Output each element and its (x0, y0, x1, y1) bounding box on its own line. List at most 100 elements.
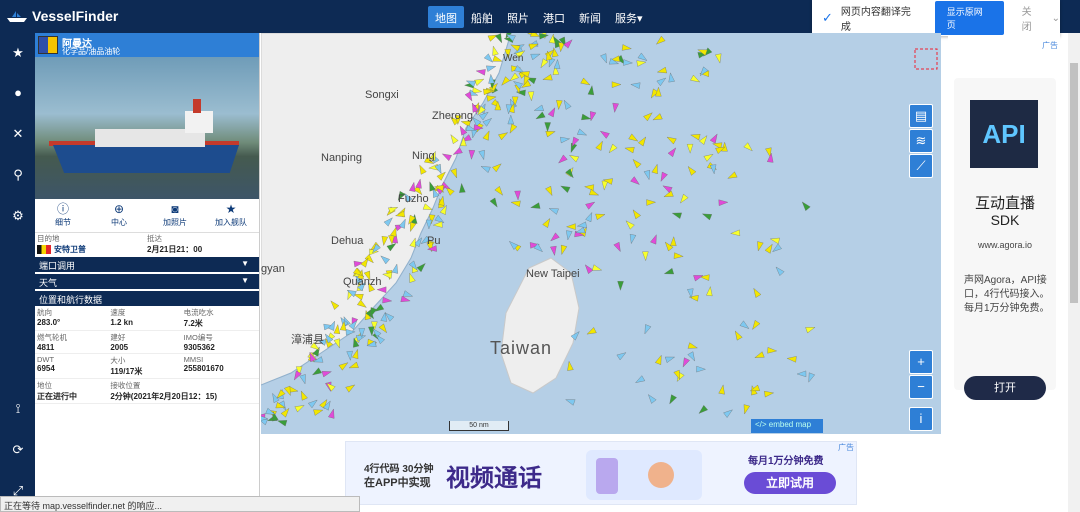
port-calls-section[interactable]: 端口调用 ▼ (35, 257, 259, 272)
vessel-marker[interactable] (699, 274, 710, 281)
vessel-marker[interactable] (559, 183, 571, 193)
vessel-marker[interactable] (432, 221, 443, 229)
nav-ports[interactable]: 港口 (536, 6, 572, 28)
vessel-marker[interactable] (611, 81, 622, 88)
route-icon[interactable]: ⚲ (10, 167, 26, 183)
vessel-marker[interactable] (703, 152, 715, 162)
nav-photos[interactable]: 照片 (500, 6, 536, 28)
vessel-marker[interactable] (510, 199, 521, 207)
vessel-marker[interactable] (345, 382, 357, 393)
vessel-marker[interactable] (718, 384, 726, 395)
vessel-marker[interactable] (743, 142, 755, 154)
vessel-marker[interactable] (400, 295, 411, 304)
vessel-marker[interactable] (346, 350, 354, 361)
destination-link[interactable]: 安特卫普 (37, 244, 147, 255)
vessel-marker[interactable] (577, 128, 588, 138)
vessel-marker[interactable] (690, 132, 701, 141)
gear-icon[interactable]: ⚙ (10, 208, 26, 224)
vessel-marker[interactable] (690, 74, 701, 85)
vessel-marker[interactable] (559, 244, 568, 255)
bottom-banner-ad[interactable]: 4行代码 30分钟 在APP中实现 视频通话 每月1万分钟免费 立即试用 广告 (345, 441, 857, 505)
nav-news[interactable]: 新闻 (572, 6, 608, 28)
map-info-button[interactable]: i (909, 407, 933, 431)
vessel-marker[interactable] (730, 229, 741, 237)
vessel-marker[interactable] (754, 351, 765, 361)
vessel-marker[interactable] (407, 272, 416, 283)
vessel-marker[interactable] (584, 184, 595, 191)
vessel-marker[interactable] (806, 372, 815, 384)
vessel-marker[interactable] (416, 261, 428, 273)
vessel-marker[interactable] (723, 407, 735, 418)
vessel-marker[interactable] (600, 53, 609, 65)
vessel-marker[interactable] (624, 145, 635, 154)
vessel-marker[interactable] (565, 397, 576, 406)
weather-layer-icon[interactable]: ≋ (909, 129, 933, 153)
vessel-marker[interactable] (651, 163, 660, 174)
refresh-icon[interactable]: ⟳ (10, 442, 26, 458)
nav-services[interactable]: 服务▾ (608, 6, 650, 28)
vessel-marker[interactable] (742, 404, 750, 415)
vessel-marker[interactable] (587, 85, 595, 96)
vessel-marker[interactable] (585, 211, 595, 223)
vessel-marker[interactable] (646, 199, 657, 206)
vessel-marker[interactable] (527, 91, 535, 102)
vessel-marker[interactable] (630, 81, 641, 89)
vessel-marker[interactable] (631, 208, 641, 220)
vessel-marker[interactable] (595, 140, 605, 151)
vessel-marker[interactable] (425, 219, 433, 230)
vessel-marker[interactable] (628, 133, 640, 144)
vessel-marker[interactable] (550, 245, 557, 256)
vessel-marker[interactable] (311, 367, 322, 378)
vessel-marker[interactable] (547, 106, 558, 118)
vessel-marker[interactable] (321, 369, 332, 378)
vessel-marker[interactable] (733, 329, 743, 341)
center-button[interactable]: ⊕ 中心 (91, 199, 147, 232)
vessel-marker[interactable] (607, 143, 618, 155)
vessel-marker[interactable] (380, 311, 388, 322)
vessel-marker[interactable] (666, 134, 677, 145)
vessel-marker[interactable] (739, 320, 751, 331)
vessel-marker[interactable] (507, 123, 518, 135)
map-canvas[interactable] (261, 33, 941, 434)
vessel-marker[interactable] (750, 320, 761, 331)
vessel-marker[interactable] (599, 129, 610, 139)
vessel-marker[interactable] (507, 114, 515, 125)
vessel-marker[interactable] (298, 390, 308, 401)
vessel-marker[interactable] (530, 202, 541, 211)
vessel-marker[interactable] (617, 281, 624, 291)
scrollbar-thumb[interactable] (1070, 63, 1078, 303)
vessel-marker[interactable] (508, 72, 519, 83)
vessel-marker[interactable] (636, 59, 647, 67)
vessel-marker[interactable] (771, 243, 782, 254)
vessel-marker[interactable] (726, 171, 738, 181)
vessel-marker[interactable] (499, 76, 511, 88)
page-scrollbar[interactable] (1068, 33, 1080, 512)
add-to-fleet-button[interactable]: ★ 加入舰队 (203, 199, 259, 232)
vessel-marker[interactable] (671, 210, 682, 219)
vessel-marker[interactable] (628, 234, 637, 245)
vessel-marker[interactable] (667, 146, 678, 158)
vessel-marker[interactable] (313, 407, 324, 416)
vessel-marker[interactable] (667, 72, 675, 83)
location-pin-icon[interactable]: ● (10, 85, 26, 101)
vessel-marker[interactable] (805, 324, 816, 334)
vessel-marker[interactable] (530, 51, 541, 61)
vessel-marker[interactable] (646, 393, 657, 404)
vessel-marker[interactable] (796, 370, 807, 378)
vessel-marker[interactable] (709, 132, 720, 144)
vessel-marker[interactable] (769, 236, 780, 245)
vessel-photo[interactable] (35, 57, 259, 199)
track-icon[interactable]: ⟋ (909, 154, 933, 178)
vessel-marker[interactable] (562, 99, 572, 110)
weather-section[interactable]: 天气 ▼ (35, 274, 259, 289)
vessel-marker[interactable] (697, 405, 708, 415)
vessel-marker[interactable] (568, 153, 580, 163)
vessel-marker[interactable] (468, 149, 476, 160)
vessel-marker[interactable] (588, 111, 597, 122)
vessel-marker[interactable] (580, 77, 592, 88)
vessel-marker[interactable] (489, 197, 500, 209)
vessel-marker[interactable] (630, 176, 642, 187)
vessel-marker[interactable] (642, 251, 649, 262)
vessel-marker[interactable] (673, 252, 684, 260)
vessel-marker[interactable] (328, 408, 336, 419)
